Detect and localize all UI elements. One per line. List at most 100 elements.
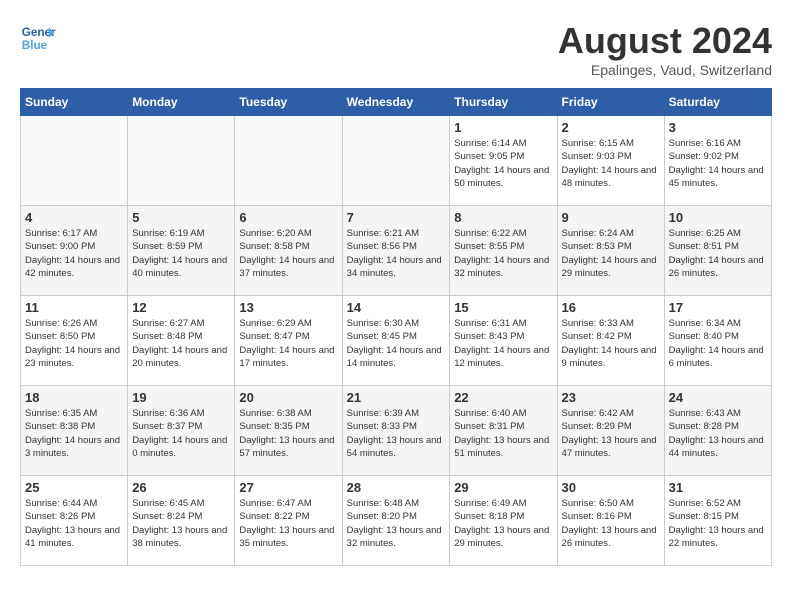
day-info: Sunrise: 6:26 AMSunset: 8:50 PMDaylight:… [25,317,123,370]
day-cell: 10 Sunrise: 6:25 AMSunset: 8:51 PMDayligh… [664,206,771,296]
day-cell: 19 Sunrise: 6:36 AMSunset: 8:37 PMDayligh… [128,386,235,476]
day-cell: 27 Sunrise: 6:47 AMSunset: 8:22 PMDayligh… [235,476,342,566]
logo-icon: General Blue [20,20,56,56]
day-info: Sunrise: 6:49 AMSunset: 8:18 PMDaylight:… [454,497,552,550]
day-info: Sunrise: 6:30 AMSunset: 8:45 PMDaylight:… [347,317,446,370]
day-number: 29 [454,480,552,495]
day-cell: 28Sunrise: 6:48 AMSunset: 8:20 PMDayligh… [342,476,450,566]
day-cell: 8Sunrise: 6:22 AMSunset: 8:55 PMDaylight… [450,206,557,296]
day-number: 11 [25,300,123,315]
day-cell [342,116,450,206]
day-cell: 13Sunrise: 6:29 AMSunset: 8:47 PMDayligh… [235,296,342,386]
day-cell: 25 Sunrise: 6:44 AMSunset: 8:26 PMDayligh… [21,476,128,566]
day-info: Sunrise: 6:44 AMSunset: 8:26 PMDaylight:… [25,497,123,550]
day-cell: 20 Sunrise: 6:38 AMSunset: 8:35 PMDayligh… [235,386,342,476]
page-header: General Blue August 2024 Epalinges, Vaud… [20,20,772,78]
day-info: Sunrise: 6:31 AMSunset: 8:43 PMDaylight:… [454,317,552,370]
day-number: 1 [454,120,552,135]
day-number: 24 [669,390,767,405]
day-number: 19 [132,390,230,405]
calendar-table: SundayMondayTuesdayWednesdayThursdayFrid… [20,88,772,566]
weekday-header-saturday: Saturday [664,89,771,116]
weekday-header-sunday: Sunday [21,89,128,116]
week-row-2: 4Sunrise: 6:17 AMSunset: 9:00 PMDaylight… [21,206,772,296]
logo: General Blue [20,20,56,56]
day-cell: 16Sunrise: 6:33 AMSunset: 8:42 PMDayligh… [557,296,664,386]
day-number: 18 [25,390,123,405]
day-cell: 18 Sunrise: 6:35 AMSunset: 8:38 PMDayligh… [21,386,128,476]
day-cell: 9Sunrise: 6:24 AMSunset: 8:53 PMDaylight… [557,206,664,296]
day-number: 21 [347,390,446,405]
day-cell: 23 Sunrise: 6:42 AMSunset: 8:29 PMDayligh… [557,386,664,476]
day-number: 22 [454,390,552,405]
day-number: 17 [669,300,767,315]
day-info: Sunrise: 6:27 AMSunset: 8:48 PMDaylight:… [132,317,230,370]
day-number: 25 [25,480,123,495]
day-number: 5 [132,210,230,225]
location: Epalinges, Vaud, Switzerland [558,62,772,78]
weekday-header-tuesday: Tuesday [235,89,342,116]
day-info: Sunrise: 6:36 AMSunset: 8:37 PMDaylight:… [132,407,230,460]
day-number: 26 [132,480,230,495]
day-number: 14 [347,300,446,315]
title-block: August 2024 Epalinges, Vaud, Switzerland [558,20,772,78]
day-info: Sunrise: 6:35 AMSunset: 8:38 PMDaylight:… [25,407,123,460]
day-cell: 2 Sunrise: 6:15 AMSunset: 9:03 PMDaylight… [557,116,664,206]
day-cell: 15Sunrise: 6:31 AMSunset: 8:43 PMDayligh… [450,296,557,386]
svg-text:Blue: Blue [22,39,48,52]
day-cell: 31 Sunrise: 6:52 AMSunset: 8:15 PMDayligh… [664,476,771,566]
day-info: Sunrise: 6:52 AMSunset: 8:15 PMDaylight:… [669,497,767,550]
day-number: 9 [562,210,660,225]
day-number: 23 [562,390,660,405]
day-info: Sunrise: 6:15 AMSunset: 9:03 PMDaylight:… [562,137,660,190]
day-cell: 22 Sunrise: 6:40 AMSunset: 8:31 PMDayligh… [450,386,557,476]
day-info: Sunrise: 6:38 AMSunset: 8:35 PMDaylight:… [239,407,337,460]
day-cell [128,116,235,206]
weekday-header-thursday: Thursday [450,89,557,116]
month-title: August 2024 [558,20,772,62]
day-info: Sunrise: 6:16 AMSunset: 9:02 PMDaylight:… [669,137,767,190]
day-info: Sunrise: 6:25 AMSunset: 8:51 PMDaylight:… [669,227,767,280]
day-info: Sunrise: 6:47 AMSunset: 8:22 PMDaylight:… [239,497,337,550]
day-number: 31 [669,480,767,495]
weekday-header-row: SundayMondayTuesdayWednesdayThursdayFrid… [21,89,772,116]
day-cell: 11 Sunrise: 6:26 AMSunset: 8:50 PMDayligh… [21,296,128,386]
day-info: Sunrise: 6:50 AMSunset: 8:16 PMDaylight:… [562,497,660,550]
day-number: 30 [562,480,660,495]
day-number: 13 [239,300,337,315]
week-row-4: 18 Sunrise: 6:35 AMSunset: 8:38 PMDayligh… [21,386,772,476]
day-cell: 14 Sunrise: 6:30 AMSunset: 8:45 PMDayligh… [342,296,450,386]
day-cell: 4Sunrise: 6:17 AMSunset: 9:00 PMDaylight… [21,206,128,296]
day-number: 3 [669,120,767,135]
day-info: Sunrise: 6:43 AMSunset: 8:28 PMDaylight:… [669,407,767,460]
day-number: 12 [132,300,230,315]
day-info: Sunrise: 6:21 AMSunset: 8:56 PMDaylight:… [347,227,446,280]
day-number: 7 [347,210,446,225]
day-info: Sunrise: 6:14 AMSunset: 9:05 PMDaylight:… [454,137,552,190]
day-cell: 26 Sunrise: 6:45 AMSunset: 8:24 PMDayligh… [128,476,235,566]
day-info: Sunrise: 6:42 AMSunset: 8:29 PMDaylight:… [562,407,660,460]
week-row-5: 25 Sunrise: 6:44 AMSunset: 8:26 PMDayligh… [21,476,772,566]
day-cell: 29 Sunrise: 6:49 AMSunset: 8:18 PMDayligh… [450,476,557,566]
day-info: Sunrise: 6:33 AMSunset: 8:42 PMDaylight:… [562,317,660,370]
day-number: 6 [239,210,337,225]
day-cell: 17Sunrise: 6:34 AMSunset: 8:40 PMDayligh… [664,296,771,386]
day-cell: 7 Sunrise: 6:21 AMSunset: 8:56 PMDaylight… [342,206,450,296]
day-number: 20 [239,390,337,405]
day-info: Sunrise: 6:45 AMSunset: 8:24 PMDaylight:… [132,497,230,550]
day-number: 10 [669,210,767,225]
day-number: 4 [25,210,123,225]
day-info: Sunrise: 6:20 AMSunset: 8:58 PMDaylight:… [239,227,337,280]
day-number: 27 [239,480,337,495]
day-cell: 3 Sunrise: 6:16 AMSunset: 9:02 PMDaylight… [664,116,771,206]
weekday-header-monday: Monday [128,89,235,116]
day-info: Sunrise: 6:22 AMSunset: 8:55 PMDaylight:… [454,227,552,280]
weekday-header-wednesday: Wednesday [342,89,450,116]
day-cell: 21Sunrise: 6:39 AMSunset: 8:33 PMDayligh… [342,386,450,476]
day-info: Sunrise: 6:40 AMSunset: 8:31 PMDaylight:… [454,407,552,460]
day-number: 2 [562,120,660,135]
day-cell: 30 Sunrise: 6:50 AMSunset: 8:16 PMDayligh… [557,476,664,566]
day-cell [21,116,128,206]
day-info: Sunrise: 6:19 AMSunset: 8:59 PMDaylight:… [132,227,230,280]
day-cell: 5 Sunrise: 6:19 AMSunset: 8:59 PMDaylight… [128,206,235,296]
